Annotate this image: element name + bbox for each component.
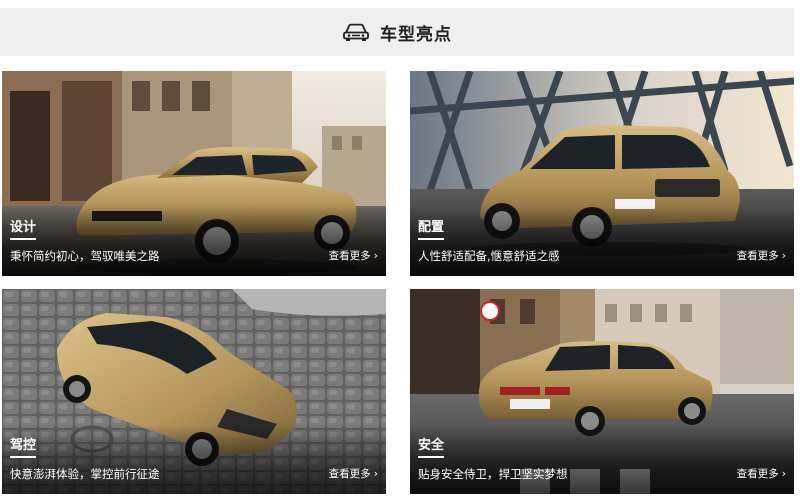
view-more-link-drive[interactable]: 查看更多 › [329,467,378,481]
card-description-safety: 贴身安全侍卫，捍卫坚实梦想 [418,467,568,481]
card-description-config: 人性舒适配备,惬意舒适之感 [418,249,560,263]
view-more-label: 查看更多 [736,250,779,262]
highlights-page: 车型亮点 设计 秉怀简约初心，驾驭唯美之路 查看更多 › 配置 人性舒适配备,惬… [0,0,800,500]
card-description-design: 秉怀简约初心，驾驭唯美之路 [10,249,160,263]
card-label-design: 设计 [10,220,37,240]
chevron-right-icon: › [373,249,378,262]
car-icon [343,23,369,41]
chevron-right-icon: › [781,467,786,480]
chevron-right-icon: › [781,249,786,262]
section-title: 车型亮点 [380,24,452,45]
card-label-safety: 安全 [418,438,445,458]
card-description-drive: 快意澎湃体验，掌控前行征途 [10,467,160,481]
view-more-label: 查看更多 [328,250,371,262]
view-more-link-config[interactable]: 查看更多 › [737,249,786,263]
view-more-link-safety[interactable]: 查看更多 › [737,467,786,481]
view-more-link-design[interactable]: 查看更多 › [329,249,378,263]
card-shade [410,424,794,494]
view-more-label: 查看更多 [736,468,779,480]
section-header-inner: 车型亮点 [342,20,452,45]
card-label-config: 配置 [418,220,445,240]
card-shade [2,206,386,276]
feature-card-config[interactable]: 配置 人性舒适配备,惬意舒适之感 查看更多 › [410,71,794,276]
feature-card-design[interactable]: 设计 秉怀简约初心，驾驭唯美之路 查看更多 › [2,71,386,276]
card-shade [410,206,794,276]
card-shade [2,424,386,494]
view-more-label: 查看更多 [328,468,371,480]
chevron-right-icon: › [373,467,378,480]
feature-card-safety[interactable]: 安全 贴身安全侍卫，捍卫坚实梦想 查看更多 › [410,289,794,494]
section-header: 车型亮点 [0,8,794,56]
feature-card-drive[interactable]: 驾控 快意澎湃体验，掌控前行征途 查看更多 › [2,289,386,494]
card-label-drive: 驾控 [10,438,37,458]
